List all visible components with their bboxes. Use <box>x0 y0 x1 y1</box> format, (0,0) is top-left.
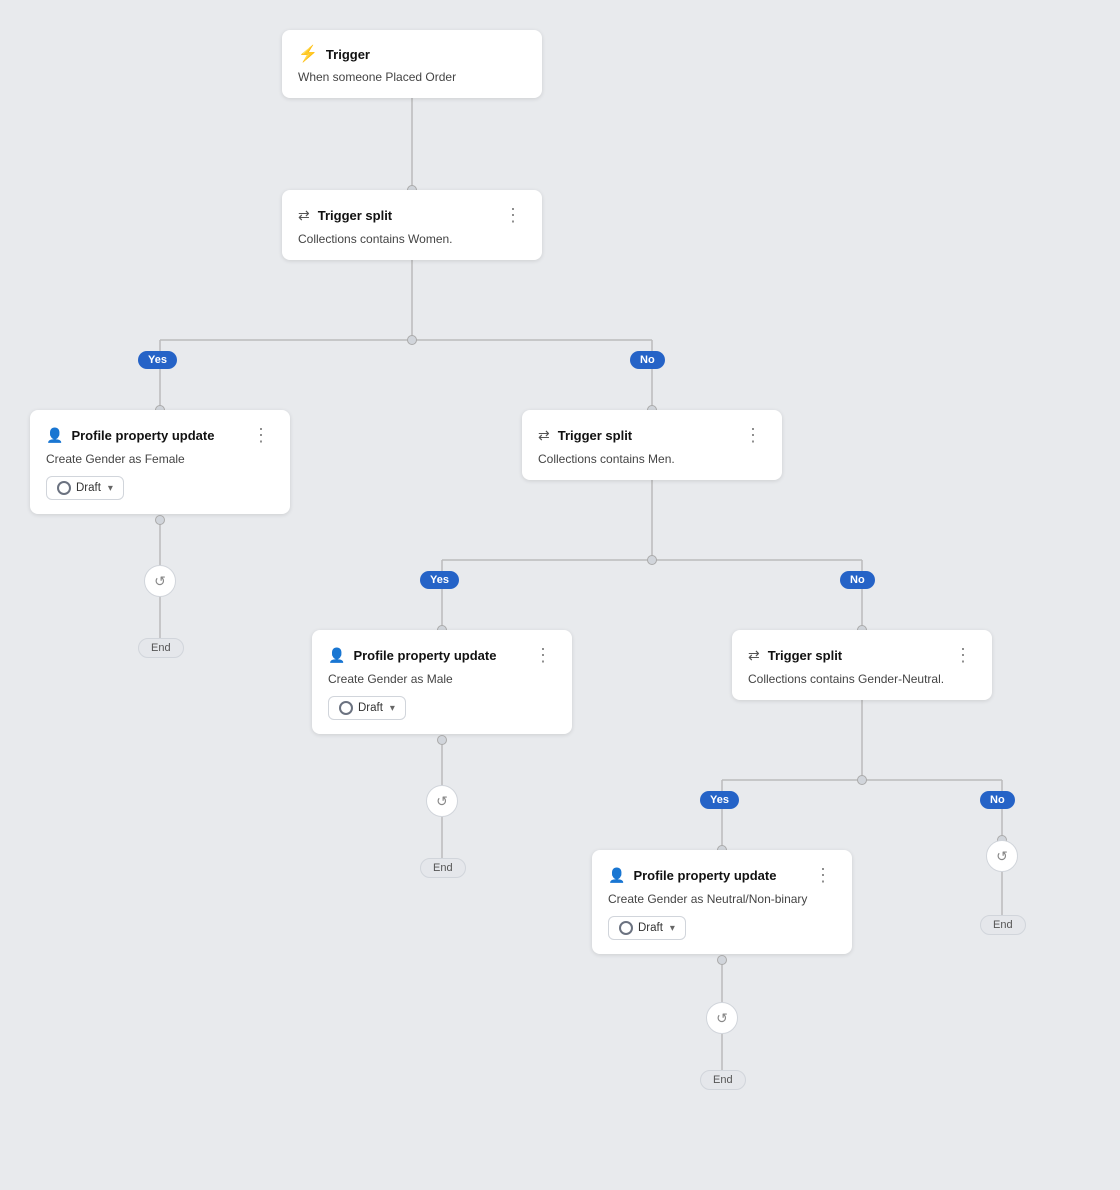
draft-icon-male <box>339 701 353 715</box>
profile-neutral-subtitle: Create Gender as Neutral/Non-binary <box>608 892 836 906</box>
end-badge-neutral: End <box>700 1070 746 1090</box>
split3-subtitle: Collections contains Gender-Neutral. <box>748 672 976 686</box>
bolt-icon: ⚡ <box>298 44 318 64</box>
draft-icon-female <box>57 481 71 495</box>
profile-neutral-status: Draft <box>638 922 663 934</box>
connector-dot-6 <box>647 555 657 565</box>
split2-menu-button[interactable]: ⋮ <box>740 424 766 446</box>
profile-male-status: Draft <box>358 702 383 714</box>
person-icon-neutral: 👤 <box>608 867 625 884</box>
split3-card: ⇄ Trigger split ⋮ Collections contains G… <box>732 630 992 700</box>
connector-dot-5 <box>155 515 165 525</box>
trigger-subtitle: When someone Placed Order <box>298 70 526 84</box>
split3-menu-button[interactable]: ⋮ <box>950 644 976 666</box>
split2-title: Trigger split <box>558 428 632 443</box>
reconnect-circle-female: ↺ <box>144 565 176 597</box>
draft-icon-neutral <box>619 921 633 935</box>
chevron-female: ▾ <box>108 483 113 494</box>
connector-dot-9 <box>437 735 447 745</box>
profile-female-menu-button[interactable]: ⋮ <box>248 424 274 446</box>
trigger-title: Trigger <box>326 47 370 62</box>
split2-subtitle: Collections contains Men. <box>538 452 766 466</box>
profile-male-title: Profile property update <box>353 648 496 663</box>
reconnect-circle-male: ↺ <box>426 785 458 817</box>
reconnect-circle-no3: ↺ <box>986 840 1018 872</box>
end-badge-no3: End <box>980 915 1026 935</box>
connector-dot-13 <box>717 955 727 965</box>
split-icon-3: ⇄ <box>748 647 760 664</box>
split2-card: ⇄ Trigger split ⋮ Collections contains M… <box>522 410 782 480</box>
split1-card: ⇄ Trigger split ⋮ Collections contains W… <box>282 190 542 260</box>
profile-male-subtitle: Create Gender as Male <box>328 672 556 686</box>
profile-neutral-menu-button[interactable]: ⋮ <box>810 864 836 886</box>
split1-title: Trigger split <box>318 208 392 223</box>
no-badge-2: No <box>840 570 875 589</box>
profile-neutral-card: 👤 Profile property update ⋮ Create Gende… <box>592 850 852 954</box>
profile-neutral-draft-button[interactable]: Draft ▾ <box>608 916 686 940</box>
profile-female-status: Draft <box>76 482 101 494</box>
profile-female-subtitle: Create Gender as Female <box>46 452 274 466</box>
no-badge-3: No <box>980 790 1015 809</box>
end-badge-male: End <box>420 858 466 878</box>
split-icon-1: ⇄ <box>298 207 310 224</box>
profile-female-draft-button[interactable]: Draft ▾ <box>46 476 124 500</box>
profile-male-draft-button[interactable]: Draft ▾ <box>328 696 406 720</box>
split1-menu-button[interactable]: ⋮ <box>500 204 526 226</box>
yes-badge-2: Yes <box>420 570 459 589</box>
profile-neutral-title: Profile property update <box>633 868 776 883</box>
profile-male-card: 👤 Profile property update ⋮ Create Gende… <box>312 630 572 734</box>
connector-dot-2 <box>407 335 417 345</box>
person-icon-male: 👤 <box>328 647 345 664</box>
trigger-card: ⚡ Trigger When someone Placed Order <box>282 30 542 98</box>
chevron-neutral: ▾ <box>670 923 675 934</box>
connector-dot-10 <box>857 775 867 785</box>
profile-male-menu-button[interactable]: ⋮ <box>530 644 556 666</box>
yes-badge-1: Yes <box>138 350 177 369</box>
split-icon-2: ⇄ <box>538 427 550 444</box>
profile-female-title: Profile property update <box>71 428 214 443</box>
chevron-male: ▾ <box>390 703 395 714</box>
person-icon-female: 👤 <box>46 427 63 444</box>
yes-badge-3: Yes <box>700 790 739 809</box>
split1-subtitle: Collections contains Women. <box>298 232 526 246</box>
no-badge-1: No <box>630 350 665 369</box>
split3-title: Trigger split <box>768 648 842 663</box>
end-badge-female: End <box>138 638 184 658</box>
profile-female-card: 👤 Profile property update ⋮ Create Gende… <box>30 410 290 514</box>
reconnect-circle-neutral: ↺ <box>706 1002 738 1034</box>
